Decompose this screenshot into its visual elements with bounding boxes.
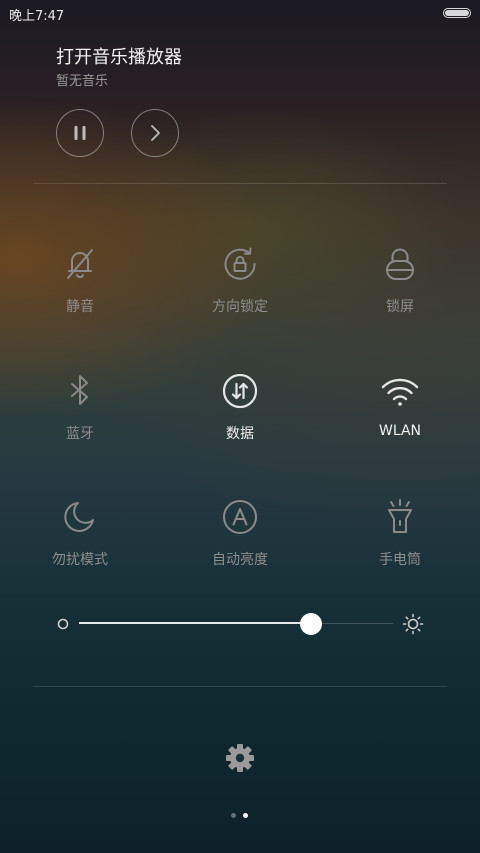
rotation-lock-icon [224, 247, 256, 280]
toggle-rotation-lock[interactable]: 方向锁定 [170, 244, 310, 324]
status-time: 晚上7:47 [9, 9, 65, 24]
divider [33, 183, 447, 184]
music-player-title[interactable]: 打开音乐播放器 [56, 43, 182, 69]
toggle-wlan[interactable]: WLAN [330, 371, 470, 451]
brightness-slider[interactable] [56, 608, 426, 640]
pause-icon [74, 126, 86, 140]
toggle-do-not-disturb[interactable]: 勿扰模式 [10, 497, 150, 577]
toggle-do-not-disturb-label: 勿扰模式 [52, 552, 108, 568]
pause-button[interactable] [56, 109, 104, 157]
gear-icon [226, 744, 254, 772]
brightness-fill [79, 622, 312, 624]
divider [33, 686, 447, 687]
settings-button[interactable] [224, 742, 256, 774]
toggle-auto-brightness[interactable]: 自动亮度 [170, 497, 310, 577]
wifi-icon [381, 378, 419, 406]
toggle-rotation-lock-label: 方向锁定 [212, 299, 268, 315]
toggle-mute[interactable]: 静音 [10, 244, 150, 324]
battery-icon [443, 8, 471, 18]
page-dot [243, 813, 248, 818]
toggle-lock-screen-label: 锁屏 [386, 299, 414, 315]
next-button[interactable] [131, 109, 179, 157]
toggle-wlan-label: WLAN [378, 423, 421, 439]
toggle-flashlight[interactable]: 手电筒 [330, 497, 470, 577]
toggle-bluetooth-label: 蓝牙 [66, 426, 94, 442]
bell-off-icon [67, 249, 93, 279]
mobile-data-icon [222, 373, 258, 409]
toggle-flashlight-label: 手电筒 [379, 552, 421, 568]
brightness-low-icon [57, 618, 69, 630]
bluetooth-icon [71, 375, 88, 405]
page-indicator [228, 812, 252, 820]
moon-icon [64, 502, 94, 532]
toggle-lock-screen[interactable]: 锁屏 [330, 244, 470, 324]
toggle-mute-label: 静音 [66, 299, 94, 315]
toggle-auto-brightness-label: 自动亮度 [212, 552, 268, 568]
lock-icon [386, 248, 414, 280]
toggle-bluetooth[interactable]: 蓝牙 [10, 371, 150, 451]
auto-brightness-icon [223, 500, 257, 534]
toggle-mobile-data[interactable]: 数据 [170, 371, 310, 451]
music-status: 暂无音乐 [56, 74, 109, 89]
flashlight-icon [388, 499, 412, 533]
toggle-mobile-data-label: 数据 [226, 426, 254, 442]
brightness-thumb[interactable] [300, 613, 323, 635]
status-bar: 晚上7:47 [0, 0, 480, 26]
brightness-high-icon [402, 613, 424, 635]
next-icon [151, 125, 160, 141]
page-dot [231, 813, 236, 818]
